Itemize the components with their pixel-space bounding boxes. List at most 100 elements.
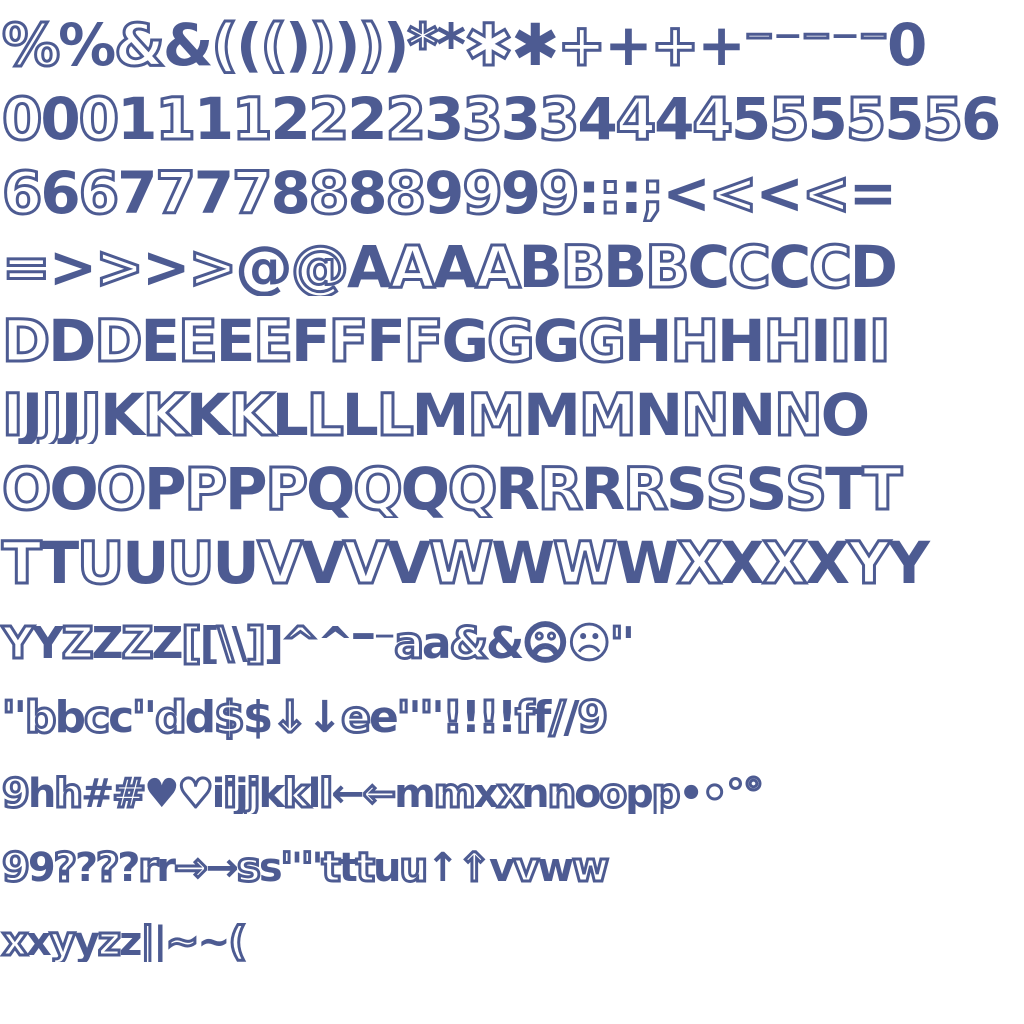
glyph-char: E (177, 307, 220, 371)
glyph-char: 6 (0, 159, 43, 223)
glyph-char: m (432, 771, 477, 815)
glyph-char: B (559, 233, 606, 297)
glyph-char: W (491, 529, 555, 592)
glyph-char: f (514, 692, 536, 740)
glyph-char: D (48, 307, 96, 370)
glyph-char: 7 (231, 159, 274, 223)
glyph-char: # (111, 771, 147, 815)
glyph-char: ' (0, 692, 17, 740)
glyph-char: b (23, 692, 57, 740)
glyph-char: t (354, 845, 376, 889)
glyph-row-12: 99????rr→→ss''''tttuu↑↑vvww (0, 814, 1024, 889)
glyph-char: d (184, 692, 216, 740)
glyph-char: B (518, 233, 563, 296)
glyph-char: ~ (164, 919, 200, 963)
glyph-char: b (54, 692, 85, 740)
glyph-char: 8 (270, 159, 311, 222)
glyph-char: Q (446, 455, 498, 519)
glyph-char: l (307, 771, 322, 814)
glyph-row-5: DDDEEEEFFFFGGGGHHHHIIII (0, 296, 1024, 371)
glyph-char: Z (120, 618, 155, 666)
glyph-char: ] (244, 618, 267, 666)
glyph-char: ⁻ (772, 11, 804, 74)
glyph-char: | (139, 919, 156, 963)
glyph-char: ( (227, 919, 248, 963)
glyph-row-7: OOOPPPPQQQQRRRRSSSSTT (0, 444, 1024, 519)
glyph-char: B (644, 233, 691, 297)
glyph-char: S (745, 455, 788, 518)
glyph-char: A (432, 233, 478, 296)
glyph-char: S (704, 455, 749, 519)
glyph-char: + (697, 11, 746, 74)
glyph-char: ! (460, 692, 481, 740)
glyph-sheet: %%&&((()))))**✱✱++++⁻⁻⁻⁻⁻0 0001111222233… (0, 0, 1024, 1024)
glyph-char: ) (383, 11, 409, 74)
glyph-char: Z (91, 618, 124, 666)
glyph-char: d (154, 692, 188, 740)
glyph-char: f (532, 692, 551, 740)
glyph-char: & (485, 618, 524, 666)
glyph-char: G (441, 307, 489, 370)
glyph-char: ' (395, 692, 412, 740)
glyph-char: 6 (40, 159, 80, 222)
glyph-char: c (108, 692, 134, 740)
glyph-char: H (762, 307, 813, 371)
glyph-char: 0 (40, 85, 80, 148)
glyph-char: 7 (193, 159, 234, 222)
glyph-char: 7 (117, 159, 157, 222)
glyph-char: K (141, 381, 189, 445)
glyph-char: ° (725, 771, 746, 814)
glyph-char: 9 (27, 845, 56, 888)
glyph-char: X (805, 529, 850, 592)
glyph-char: 6 (960, 85, 1001, 148)
glyph-char: ° (742, 771, 765, 815)
glyph-char: ! (496, 692, 517, 740)
glyph-char: ~ (197, 919, 230, 962)
glyph-char: O (820, 381, 870, 444)
glyph-char: % (0, 11, 61, 75)
glyph-string: %%&&((()))))**✱✱++++⁻⁻⁻⁻⁻0 (0, 11, 927, 75)
glyph-char: 3 (423, 85, 464, 148)
glyph-char: V (342, 529, 390, 593)
glyph-char: w (571, 845, 611, 889)
glyph-char: ' (311, 845, 323, 888)
glyph-char: e (340, 692, 373, 740)
glyph-char: ' (290, 845, 303, 888)
glyph-char: 8 (347, 159, 387, 222)
glyph-char: ? (74, 845, 98, 888)
glyph-char: 9 (461, 159, 504, 223)
glyph-char: < (662, 159, 711, 222)
glyph-char: ⁻ (829, 11, 861, 74)
glyph-char: X (719, 529, 765, 592)
glyph-char: 1 (154, 85, 197, 149)
glyph-char: Y (1, 618, 36, 666)
glyph-char: O (49, 455, 98, 518)
glyph-char: ♥ (143, 771, 180, 814)
glyph-char: # (80, 771, 114, 814)
glyph-char: | (152, 919, 168, 962)
glyph-char: F (366, 307, 406, 370)
glyph-char: 9 (500, 159, 541, 222)
glyph-char: > (48, 233, 98, 296)
glyph-char: A (388, 233, 436, 297)
glyph-char: M (466, 381, 527, 445)
glyph-char: x (1, 919, 30, 963)
glyph-char: > (187, 233, 239, 297)
glyph-char: / (563, 692, 579, 740)
glyph-char: ↑ (456, 845, 492, 889)
glyph-char: ' (418, 692, 435, 740)
glyph-char: : (619, 159, 643, 222)
glyph-char: J (79, 381, 103, 445)
glyph-char: R (580, 455, 626, 518)
glyph-char: D (849, 233, 898, 296)
glyph-char: 5 (768, 85, 811, 149)
glyph-char: ' (13, 692, 27, 740)
glyph-char: O (0, 455, 52, 519)
glyph-char: C (727, 233, 773, 297)
glyph-char: ✱ (510, 11, 560, 74)
glyph-char: r (156, 845, 176, 888)
glyph-char: K (227, 381, 275, 445)
glyph-char: X (761, 529, 809, 593)
glyph-char: 5 (807, 85, 848, 148)
glyph-char: ' (279, 845, 294, 889)
